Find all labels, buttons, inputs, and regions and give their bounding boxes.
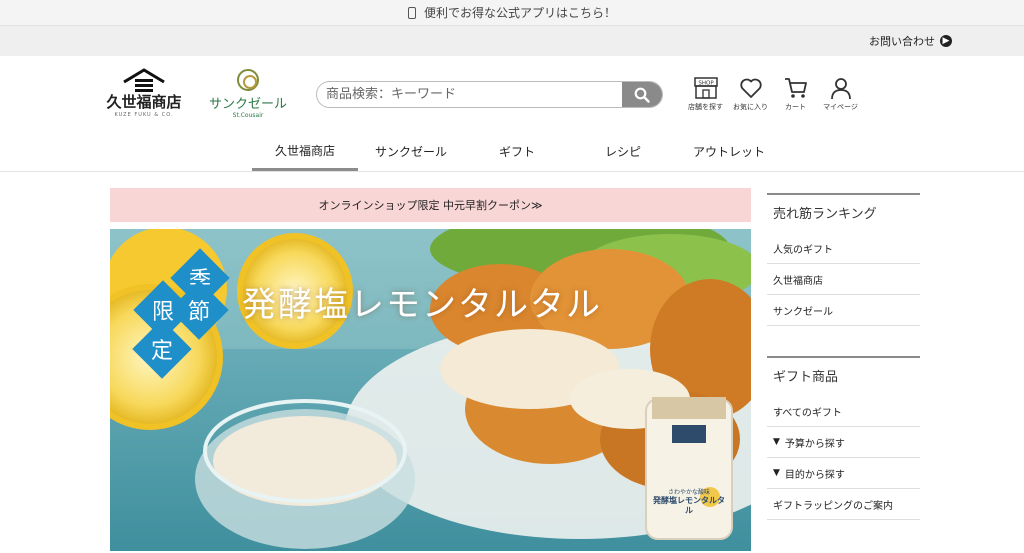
hero-banner[interactable]: 発酵塩レモンタルタル 季 節 限 定 さわやかな酸味 発酵塩レモンタルタル	[110, 229, 751, 551]
favorites-link[interactable]: お気に入り	[728, 76, 773, 112]
jar-label-line2: 発酵塩レモンタルタル	[653, 496, 725, 515]
kuze-fuku-logo[interactable]: 久世福商店 KUZE FUKU & CO.	[104, 68, 184, 118]
cart-label: カート	[785, 103, 806, 111]
mypage-label: マイページ	[823, 103, 858, 111]
hero-title: 発酵塩レモンタルタル	[242, 285, 602, 325]
chevron-down-icon: ▼	[773, 468, 780, 478]
app-banner-text: 便利でお得な公式アプリはこちら！	[423, 6, 616, 20]
ranking-item-label: サンクゼール	[773, 306, 833, 318]
search-bar	[316, 81, 663, 108]
coupon-banner[interactable]: オンラインショップ限定 中元早割クーポン≫	[110, 188, 751, 222]
tab-kuze-fuku[interactable]: 久世福商店	[252, 132, 358, 171]
contact-bar: お問い合わせ ▶	[0, 26, 1024, 56]
tab-st-cousair[interactable]: サンクゼール	[358, 132, 464, 171]
search-input[interactable]	[317, 82, 622, 107]
kuze-logo-text: 久世福商店	[106, 93, 182, 111]
gift-item-label: すべてのギフト	[773, 407, 842, 419]
st-cousair-logo-sub: St.Cousair	[232, 112, 264, 119]
badge-char: 定	[150, 338, 174, 364]
tab-recipe[interactable]: レシピ	[570, 132, 676, 171]
gift-item-purpose[interactable]: ▼ 目的から探す	[767, 458, 920, 489]
gift-item-label: 予算から探す	[784, 438, 845, 450]
header-icon-links: SHOP 店舗を探す お気に入り カート マイページ	[683, 76, 863, 112]
ranking-item-label: 人気のギフト	[773, 244, 833, 256]
store-finder-link[interactable]: SHOP 店舗を探す	[683, 76, 728, 112]
house-logo-icon	[123, 68, 165, 92]
ranking-item[interactable]: サンクゼール	[767, 295, 920, 326]
app-banner[interactable]: 便利でお得な公式アプリはこちら！	[0, 0, 1024, 26]
jar-label: さわやかな酸味 発酵塩レモンタルタル	[651, 489, 727, 515]
site-header: 久世福商店 KUZE FUKU & CO. サンクゼール St.Cousair …	[0, 56, 1024, 132]
person-icon	[830, 78, 851, 100]
ranking-heading: 売れ筋ランキング	[767, 193, 920, 233]
search-button[interactable]	[622, 82, 662, 107]
gift-heading: ギフト商品	[767, 356, 920, 396]
cart-link[interactable]: カート	[773, 76, 818, 112]
search-icon	[634, 87, 650, 103]
st-cousair-logo[interactable]: サンクゼール St.Cousair	[204, 69, 292, 119]
favorites-label: お気に入り	[733, 103, 768, 111]
sidebar: 売れ筋ランキング 人気のギフト 久世福商店 サンクゼール ギフト商品 すべてのギ…	[767, 193, 920, 520]
kuze-logo-sub: KUZE FUKU & CO.	[114, 112, 174, 118]
ranking-item[interactable]: 久世福商店	[767, 264, 920, 295]
cart-icon	[784, 78, 807, 98]
tab-outlet[interactable]: アウトレット	[676, 132, 782, 171]
main-nav: 久世福商店 サンクゼール ギフト レシピ アウトレット	[0, 132, 1024, 172]
smartphone-icon	[407, 6, 416, 19]
contact-link[interactable]: お問い合わせ	[869, 33, 935, 49]
mypage-link[interactable]: マイページ	[818, 76, 863, 112]
gift-item-budget[interactable]: ▼ 予算から探す	[767, 427, 920, 458]
st-cousair-logo-text: サンクゼール	[208, 97, 287, 112]
gift-item-wrapping[interactable]: ギフトラッピングのご案内	[767, 489, 920, 520]
st-cousair-emblem-icon	[237, 69, 259, 91]
arrow-right-icon[interactable]: ▶	[940, 35, 952, 47]
heart-icon	[739, 78, 762, 98]
gift-item-label: ギフトラッピングのご案内	[773, 500, 893, 512]
gift-item-all[interactable]: すべてのギフト	[767, 396, 920, 427]
chevron-down-icon: ▼	[773, 437, 780, 447]
shop-icon: SHOP	[693, 77, 718, 99]
gift-item-label: 目的から探す	[784, 469, 845, 481]
ranking-item-label: 久世福商店	[773, 275, 823, 287]
tab-gift[interactable]: ギフト	[464, 132, 570, 171]
store-finder-label: 店舗を探す	[688, 103, 723, 111]
ranking-item[interactable]: 人気のギフト	[767, 233, 920, 264]
